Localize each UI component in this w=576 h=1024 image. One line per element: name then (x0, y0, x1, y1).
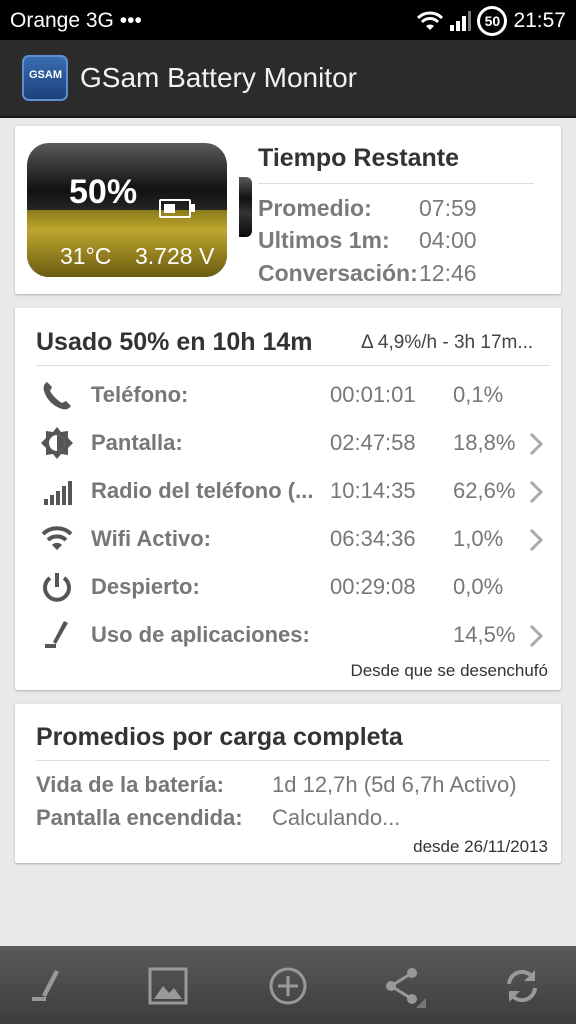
usage-rate: Δ 4,9%/h - 3h 17m... (361, 332, 534, 353)
battery-status-level: 50 (484, 13, 501, 29)
remaining-last-value: 04:00 (419, 227, 477, 253)
chevron-right-icon[interactable] (528, 432, 544, 456)
app-bar: GSAM GSam Battery Monitor (0, 40, 576, 118)
refresh-icon[interactable] (500, 964, 544, 1008)
usage-row-screen[interactable]: Pantalla: 02:47:58 18,8% (15, 420, 561, 468)
usage-row-name: Uso de aplicaciones: (91, 622, 310, 647)
screen-on-value: Calculando... (272, 805, 401, 830)
usage-card: Usado 50% en 10h 14m Δ 4,9%/h - 3h 17m..… (15, 308, 561, 690)
clock: 21:57 (513, 9, 566, 32)
usage-row-percent: 0,1% (453, 382, 504, 407)
app-usage-icon (45, 621, 68, 648)
add-circle-icon[interactable] (266, 964, 310, 1008)
usage-row-percent: 0,0% (453, 574, 504, 599)
usage-row-percent: 14,5% (453, 622, 516, 647)
logo-text: GSAM (29, 69, 62, 81)
usage-row-percent: 1,0% (453, 526, 504, 551)
chevron-right-icon[interactable] (528, 624, 544, 648)
app-title: GSam Battery Monitor (80, 62, 357, 93)
time-remaining-title: Tiempo Restante (258, 144, 459, 172)
averages-footer: desde 26/11/2013 (413, 837, 548, 856)
usage-row-name: Teléfono: (91, 382, 189, 407)
usage-row-wifi[interactable]: Wifi Activo: 06:34:36 1,0% (15, 516, 561, 564)
app-logo[interactable]: GSAM (22, 55, 68, 101)
signal-bars-icon (44, 481, 72, 505)
usage-row-time: 02:47:58 (330, 430, 416, 455)
battery-card: 50% 31°C 3.728 V Tiempo Restante Promedi… (15, 126, 561, 294)
power-icon (43, 573, 71, 602)
battery-temperature: 31°C (60, 243, 112, 269)
divider (36, 760, 550, 761)
remaining-last-label: Ultimos 1m: (258, 227, 390, 253)
battery-cap (239, 177, 252, 237)
share-icon[interactable] (382, 964, 426, 1008)
battery-icon-tip (191, 204, 195, 212)
averages-title: Promedios por carga completa (36, 723, 403, 751)
usage-row-name: Pantalla: (91, 430, 183, 455)
usage-row-name: Wifi Activo: (91, 526, 211, 551)
screen-brightness-icon (41, 427, 73, 459)
usage-row-time: 10:14:35 (330, 478, 416, 503)
battery-life-value: 1d 12,7h (5d 6,7h Activo) (272, 772, 517, 797)
usage-row-percent: 18,8% (453, 430, 516, 455)
battery-percent: 50% (69, 173, 138, 211)
chevron-right-icon[interactable] (528, 528, 544, 552)
wifi-icon (41, 526, 73, 550)
divider (36, 365, 550, 366)
wifi-status-icon (417, 11, 444, 30)
usage-title: Usado 50% en 10h 14m (36, 328, 313, 356)
usage-row-time: 06:34:36 (330, 526, 416, 551)
status-icons: 50 21:57 (417, 6, 566, 36)
usage-row-phone[interactable]: Teléfono: 00:01:01 0,1% (15, 372, 561, 420)
usage-footer: Desde que se desenchufó (350, 661, 548, 680)
usage-row-time: 00:29:08 (330, 574, 416, 599)
notification-dots: ••• (119, 9, 142, 32)
carrier-name: Orange 3G (10, 9, 114, 32)
chevron-right-icon[interactable] (528, 480, 544, 504)
remaining-average-value: 07:59 (419, 195, 477, 221)
divider (258, 183, 534, 184)
bottom-action-bar (0, 946, 576, 1024)
usage-row-awake[interactable]: Despierto: 00:29:08 0,0% (15, 564, 561, 612)
battery-icon (159, 199, 191, 218)
status-bar: Orange 3G ••• 50 21:57 (0, 0, 576, 40)
battery-voltage: 3.728 V (135, 243, 215, 269)
app-usage-icon[interactable] (24, 964, 68, 1008)
usage-row-apps[interactable]: Uso de aplicaciones: 14,5% (15, 612, 561, 660)
usage-row-radio[interactable]: Radio del teléfono (... 10:14:35 62,6% (15, 468, 561, 516)
phone-icon (43, 382, 71, 410)
battery-graphic: 50% 31°C 3.728 V (27, 143, 227, 277)
usage-row-time: 00:01:01 (330, 382, 416, 407)
usage-row-name: Despierto: (91, 574, 200, 599)
averages-card: Promedios por carga completa Vida de la … (15, 704, 561, 863)
remaining-average-label: Promedio: (258, 195, 372, 221)
screen-on-label: Pantalla encendida: (36, 805, 243, 830)
remaining-talk-value: 12:46 (419, 260, 477, 286)
usage-row-percent: 62,6% (453, 478, 516, 503)
signal-status-icon (450, 11, 472, 31)
usage-row-name: Radio del teléfono (... (91, 478, 314, 503)
battery-status-icon: 50 (477, 6, 508, 36)
carrier-label: Orange 3G ••• (10, 9, 142, 33)
remaining-talk-label: Conversación: (258, 260, 418, 286)
battery-life-label: Vida de la batería: (36, 772, 224, 797)
image-icon[interactable] (146, 964, 190, 1008)
